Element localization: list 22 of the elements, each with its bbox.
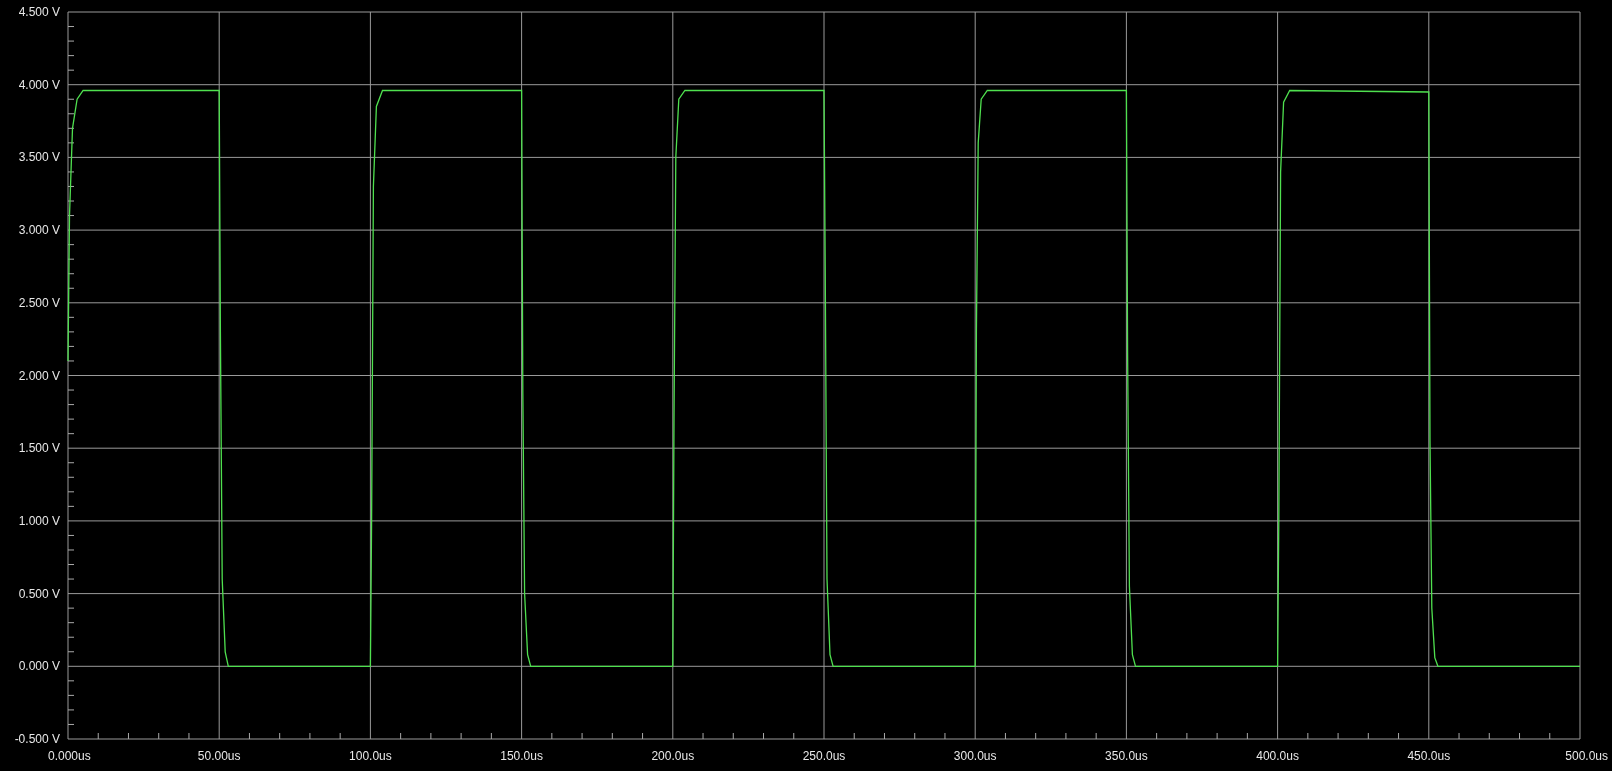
y-axis-label: 1.500 V [18, 441, 60, 456]
y-axis-label: 0.000 V [18, 659, 60, 674]
x-axis-label: 450.0us [1407, 749, 1451, 763]
y-axis-label: 4.000 V [18, 77, 60, 92]
x-axis-label: 300.0us [953, 749, 997, 763]
x-axis-label: 400.0us [1256, 749, 1299, 763]
x-axis-label: 500.0us [1565, 749, 1608, 763]
x-axis-label: 0.000us [48, 749, 91, 763]
x-axis-label: 100.0us [349, 749, 392, 763]
y-axis-label: 1.000 V [18, 513, 60, 528]
y-axis-label: 2.500 V [18, 295, 60, 310]
y-axis-label: 3.000 V [18, 223, 60, 238]
x-axis-label: 200.0us [651, 749, 695, 763]
y-axis-label: 2.000 V [18, 368, 60, 383]
y-axis-label: 0.500 V [18, 586, 60, 601]
y-axis-label: -0.500 V [14, 732, 60, 746]
x-axis-label: 250.0us [802, 749, 846, 763]
y-axis-label: 3.500 V [18, 150, 60, 165]
x-axis-label: 150.0us [500, 749, 543, 763]
x-axis-label: 350.0us [1105, 749, 1148, 763]
x-axis-label: 50.00us [197, 749, 241, 763]
y-axis-label: 4.500 V [18, 5, 60, 19]
